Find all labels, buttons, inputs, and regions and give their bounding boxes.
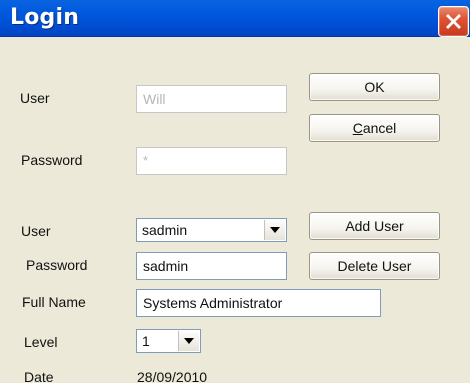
add-user-button[interactable]: Add User <box>309 212 440 240</box>
date-value: 28/09/2010 <box>137 369 208 383</box>
login-user-label: User <box>20 90 50 106</box>
user-select[interactable]: sadmin <box>136 218 287 242</box>
ok-button[interactable]: OK <box>309 73 440 101</box>
login-password-label: Password <box>21 152 83 168</box>
chevron-down-icon[interactable] <box>264 220 285 240</box>
admin-password-input[interactable]: sadmin <box>136 252 287 280</box>
chevron-down-icon[interactable] <box>178 331 199 351</box>
date-label: Date <box>24 369 54 383</box>
cancel-button[interactable]: Cancel <box>309 114 440 142</box>
full-name-label: Full Name <box>22 294 86 310</box>
user-select-value: sadmin <box>142 222 188 238</box>
close-icon <box>446 14 461 29</box>
login-user-input[interactable]: Will <box>136 85 287 113</box>
login-password-input[interactable]: * <box>136 147 287 175</box>
level-select-value: 1 <box>142 333 150 349</box>
delete-user-button[interactable]: Delete User <box>309 252 440 280</box>
title-bar: Login <box>0 0 470 37</box>
window-title: Login <box>10 5 80 30</box>
close-button[interactable] <box>438 6 469 37</box>
full-name-input[interactable]: Systems Administrator <box>136 289 381 317</box>
admin-password-label: Password <box>26 257 88 273</box>
level-label: Level <box>24 334 58 350</box>
login-window: Login User Will Password * OK Cancel Use… <box>0 0 470 383</box>
level-select[interactable]: 1 <box>136 329 201 353</box>
admin-user-label: User <box>21 223 51 239</box>
